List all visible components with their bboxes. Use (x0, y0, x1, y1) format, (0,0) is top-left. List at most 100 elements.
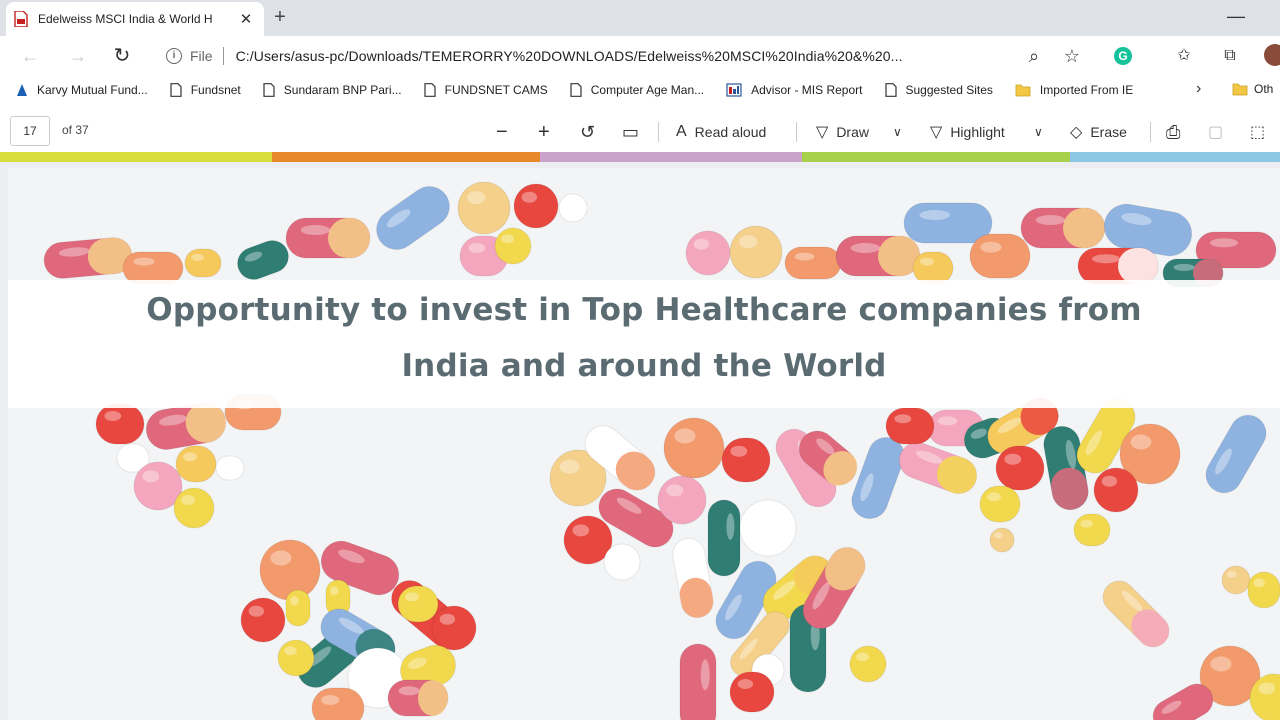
karvy-icon (17, 84, 27, 96)
bookmark-label: FUNDSNET CAMS (444, 83, 548, 97)
pill-capsule (175, 445, 217, 483)
draw-button[interactable]: ▽ Draw (816, 120, 869, 144)
browser-tab[interactable]: Edelweiss MSCI India & World H ✕ (6, 2, 264, 36)
eraser-icon: ◇ (1070, 124, 1083, 141)
profile-avatar[interactable] (1264, 44, 1280, 66)
pill-capsule (849, 645, 887, 683)
highlight-options-chevron-icon[interactable]: ∨ (1034, 120, 1043, 144)
page-number-input[interactable]: 17 (10, 116, 50, 146)
pill-capsule (995, 445, 1045, 491)
pills-world-map-image (43, 181, 1280, 720)
pill-capsule (679, 643, 717, 720)
zoom-out-icon[interactable]: − (496, 120, 508, 144)
print-icon[interactable]: ⎙ (1166, 120, 1180, 144)
pill-capsule (259, 539, 321, 601)
fit-page-icon[interactable]: ▭ (622, 120, 639, 144)
pill-capsule (277, 639, 315, 677)
bookmark-label: Advisor - MIS Report (751, 83, 863, 97)
pill-capsule (685, 230, 731, 276)
save-icon[interactable]: ▢ (1208, 120, 1223, 144)
bookmark-karvy[interactable]: Karvy Mutual Fund... (16, 83, 148, 97)
bookmark-advisor-mis[interactable]: Advisor - MIS Report (726, 83, 863, 97)
bookmark-fundsnet[interactable]: Fundsnet (170, 83, 241, 97)
toolbar-divider (658, 122, 659, 142)
highlighter-icon: ▽ (930, 124, 943, 141)
collections-icon[interactable]: ✩ (1172, 44, 1196, 68)
bookmark-label: Sundaram BNP Pari... (283, 83, 402, 97)
draw-pen-icon: ▽ (816, 124, 829, 141)
pill-capsule (494, 227, 532, 265)
info-icon[interactable]: i (166, 48, 182, 64)
draw-label: Draw (836, 124, 869, 140)
bookmark-fundsnet-cams[interactable]: FUNDSNET CAMS (424, 83, 548, 97)
favorite-star-icon[interactable]: ☆ (1060, 44, 1084, 68)
address-toolbar: ← → ↻ i File C:/Users/asus-pc/Downloads/… (0, 36, 1280, 76)
page-icon (884, 83, 897, 97)
reload-icon[interactable]: ↻ (108, 42, 136, 70)
pill-capsule (851, 436, 905, 520)
pill-capsule (1020, 207, 1106, 249)
extensions-icon[interactable]: ⧉ (1218, 44, 1242, 68)
pill-capsule (285, 217, 371, 259)
pill-capsule (657, 475, 707, 525)
bookmark-sundaram[interactable]: Sundaram BNP Pari... (263, 83, 402, 97)
bookmark-imported-from-ie[interactable]: Imported From IE (1015, 83, 1133, 97)
page-icon (263, 83, 275, 97)
page-icon (170, 83, 182, 97)
folder-icon (1232, 83, 1248, 96)
headline-line-2: India and around the World (401, 348, 887, 384)
pdf-file-icon (14, 11, 28, 27)
other-favorites-label: Oth (1254, 82, 1274, 96)
pill-capsule (558, 193, 588, 223)
headline-line-1: Opportunity to invest in Top Healthcare … (146, 292, 1142, 328)
pill-capsule (387, 679, 449, 717)
url-text[interactable]: C:/Users/asus-pc/Downloads/TEMERORRY%20D… (236, 48, 1086, 64)
pill-capsule (215, 455, 245, 481)
page-icon (570, 83, 582, 97)
more-bookmarks-chevron-icon[interactable]: › (1196, 80, 1201, 98)
grammarly-icon[interactable]: G (1114, 47, 1132, 65)
highlight-button[interactable]: ▽ Highlight (930, 120, 1005, 144)
pdf-viewport[interactable]: Opportunity to invest in Top Healthcare … (0, 162, 1280, 720)
draw-options-chevron-icon[interactable]: ∨ (893, 120, 902, 144)
read-aloud-icon: A (676, 123, 687, 140)
close-tab-icon[interactable]: ✕ (236, 10, 256, 28)
pill-capsule (431, 605, 477, 651)
address-bar[interactable]: i File C:/Users/asus-pc/Downloads/TEMERO… (156, 40, 1096, 72)
erase-label: Erase (1090, 124, 1127, 140)
forward-icon[interactable]: → (64, 42, 92, 70)
bookmark-computer-age[interactable]: Computer Age Man... (570, 83, 704, 97)
new-tab-button[interactable]: + (268, 6, 292, 30)
other-favorites[interactable]: Oth (1232, 82, 1273, 96)
pill-capsule (457, 181, 511, 235)
pdf-toolbar: 17 of 37 − + ↺ ▭ A Read aloud ▽ Draw ∨ ▽… (0, 112, 1280, 152)
erase-button[interactable]: ◇ Erase (1070, 120, 1127, 144)
page-total: of 37 (62, 123, 89, 137)
pill-capsule (969, 233, 1031, 279)
pill-capsule (1093, 467, 1139, 513)
search-icon[interactable]: ⌕ (1022, 44, 1046, 68)
headline-banner: Opportunity to invest in Top Healthcare … (8, 280, 1280, 408)
bookmark-suggested-sites[interactable]: Suggested Sites (884, 83, 993, 97)
pill-capsule (721, 437, 771, 483)
report-icon (726, 83, 742, 97)
pill-capsule (903, 202, 993, 244)
pill-capsule (184, 248, 222, 278)
tab-title: Edelweiss MSCI India & World H (38, 12, 213, 26)
read-aloud-button[interactable]: A Read aloud (676, 120, 766, 144)
pill-capsule (95, 403, 145, 445)
pill-capsule (1077, 247, 1159, 285)
folder-icon (1015, 84, 1031, 97)
save-as-icon[interactable]: ⬚ (1250, 120, 1265, 144)
pill-capsule (513, 183, 559, 229)
tab-strip: Edelweiss MSCI India & World H ✕ + — (0, 0, 1280, 36)
rotate-icon[interactable]: ↺ (580, 120, 595, 144)
bookmark-label: Karvy Mutual Fund... (37, 83, 148, 97)
highlight-label: Highlight (950, 124, 1005, 140)
zoom-in-icon[interactable]: + (538, 120, 550, 144)
pill-capsule (43, 237, 133, 279)
bookmark-label: Fundsnet (190, 83, 241, 97)
back-icon[interactable]: ← (16, 42, 44, 70)
minimize-button[interactable]: — (1226, 6, 1246, 26)
pill-capsule (729, 671, 775, 713)
